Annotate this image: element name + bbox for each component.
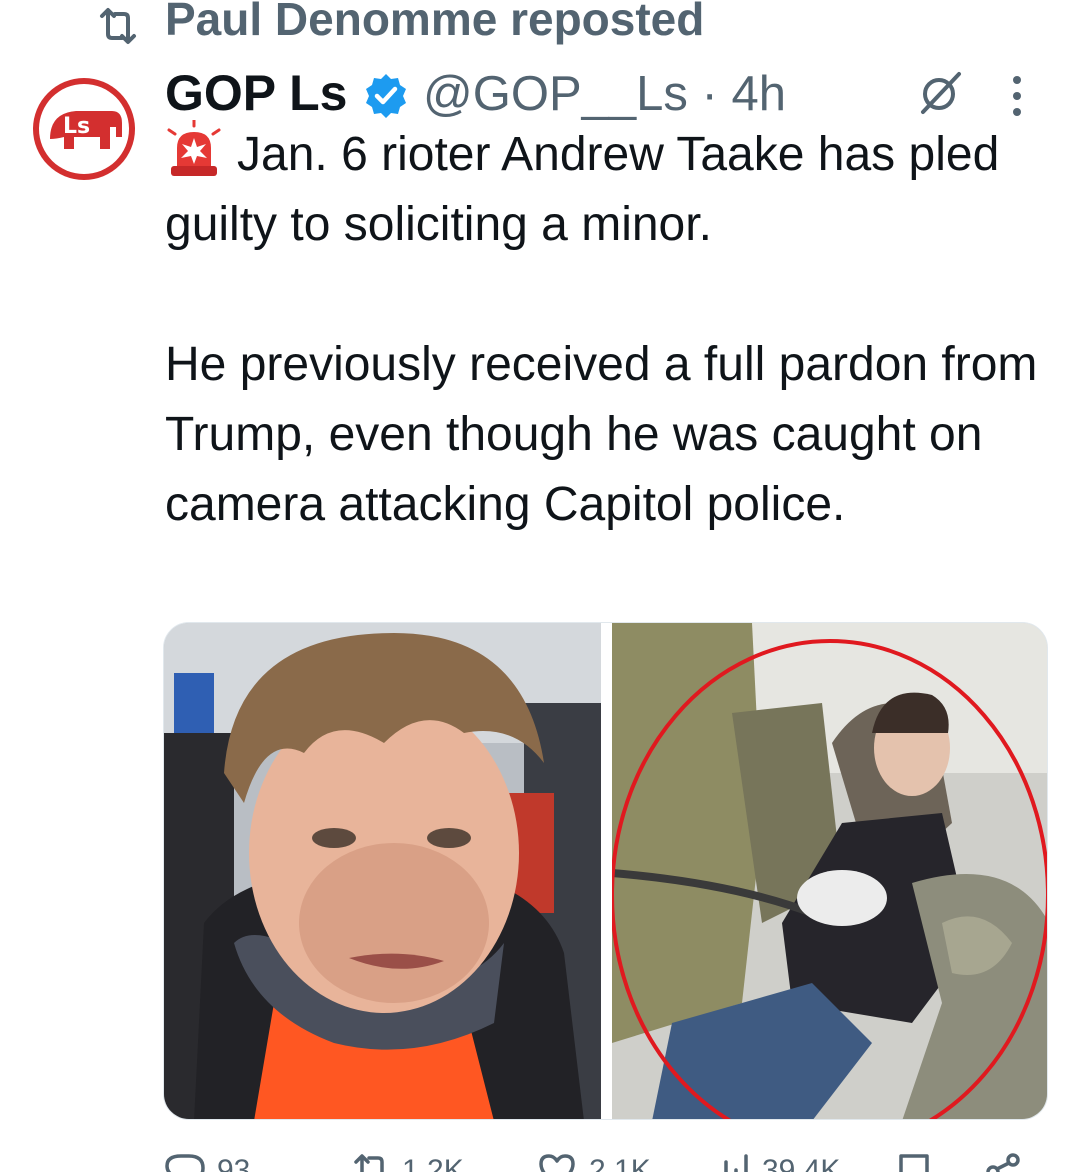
media-grid[interactable] — [163, 622, 1048, 1120]
share-icon — [986, 1153, 1020, 1172]
views-count: 39.4K — [762, 1154, 841, 1172]
repost-action-icon — [354, 1154, 384, 1172]
reply-count: 93 — [217, 1154, 251, 1172]
repost-context[interactable]: Paul Denomme reposted — [0, 0, 1080, 50]
photo-face-closeup[interactable] — [164, 623, 601, 1120]
analytics-icon — [724, 1154, 748, 1172]
heart-icon — [539, 1154, 575, 1172]
avatar-logo-text: Ls — [63, 114, 90, 139]
repost-count: 1.2K — [402, 1154, 464, 1172]
reply-icon — [165, 1154, 205, 1172]
verified-badge-icon[interactable] — [362, 72, 410, 120]
author-handle-time[interactable]: @GOP__Ls · 4h — [423, 66, 786, 122]
grok-icon[interactable] — [917, 70, 963, 116]
bookmark-icon — [899, 1154, 929, 1172]
tweet-paragraph-2: He previously received a full pardon fro… — [165, 338, 1038, 531]
tweet-paragraph-1: Jan. 6 rioter Andrew Taake has pled guil… — [165, 120, 1045, 260]
like-count: 2.1K — [589, 1154, 651, 1172]
avatar[interactable]: Ls — [30, 77, 138, 181]
tweet-text: Jan. 6 rioter Andrew Taake has pled guil… — [165, 120, 1045, 540]
author-display-name[interactable]: GOP Ls — [165, 64, 347, 122]
more-options-icon[interactable] — [1005, 74, 1029, 118]
police-light-siren-icon — [167, 120, 221, 176]
tweet-actions: 93 1.2K 2.1K 39.4K — [165, 1148, 1045, 1172]
tweet-header: GOP Ls @GOP__Ls · 4h — [165, 62, 1025, 122]
photo-crowd-circled[interactable] — [612, 623, 1048, 1120]
tweet-line-1: Jan. 6 rioter Andrew Taake has pled guil… — [165, 128, 1000, 251]
repost-label: Paul Denomme reposted — [165, 0, 705, 45]
repost-icon — [100, 8, 136, 44]
